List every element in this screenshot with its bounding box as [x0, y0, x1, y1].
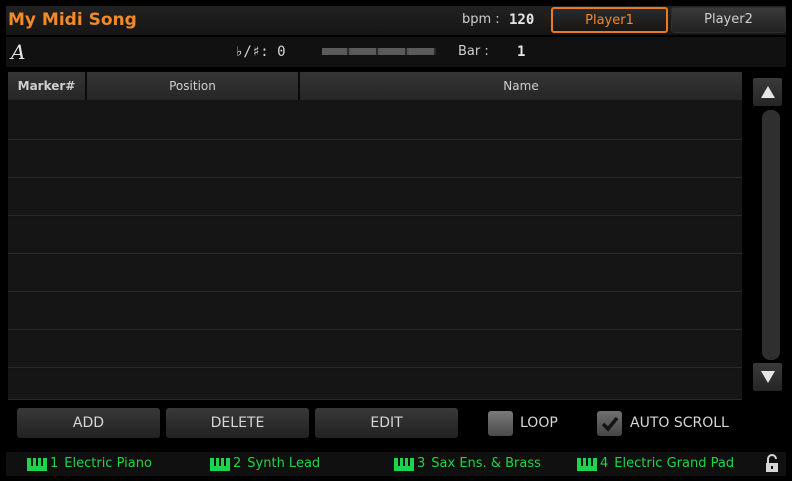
table-row[interactable]: [8, 142, 742, 178]
scroll-down-button[interactable]: [753, 363, 782, 391]
bar-label: Bar :: [458, 44, 489, 59]
track-item[interactable]: 1 Electric Piano: [27, 452, 152, 476]
chord-display: A: [11, 40, 26, 64]
add-button[interactable]: ADD: [17, 408, 160, 438]
track-item[interactable]: 4 Electric Grand Pad: [577, 452, 734, 476]
track-number: 1: [50, 456, 59, 471]
track-name: Electric Grand Pad: [614, 456, 735, 471]
loop-label[interactable]: LOOP: [520, 408, 558, 438]
song-title: My Midi Song: [8, 10, 137, 30]
auto-scroll-checkbox[interactable]: [597, 411, 622, 436]
beat-meter-segment: [409, 48, 436, 55]
track-name: Electric Piano: [64, 456, 152, 471]
keyboard-icon: [577, 457, 597, 471]
table-row[interactable]: [8, 218, 742, 254]
track-number: 4: [600, 456, 609, 471]
beat-meter-segment: [322, 48, 349, 55]
player2-button[interactable]: Player2: [671, 7, 786, 33]
table-row[interactable]: [8, 370, 742, 400]
keyboard-icon: [394, 457, 414, 471]
bpm-label: bpm :: [462, 12, 500, 27]
track-item[interactable]: 3 Sax Ens. & Brass: [394, 452, 541, 476]
scroll-up-button[interactable]: [753, 78, 782, 106]
beat-meter: [322, 48, 436, 55]
track-name: Synth Lead: [247, 456, 321, 471]
marker-table-header: Marker# Position Name: [8, 72, 742, 100]
track-number: 2: [233, 456, 242, 471]
track-number: 3: [417, 456, 426, 471]
player1-button[interactable]: Player1: [551, 7, 668, 33]
lock-icon[interactable]: [763, 452, 781, 476]
delete-button[interactable]: DELETE: [166, 408, 309, 438]
scrollbar-thumb[interactable]: [762, 110, 780, 360]
column-header-position[interactable]: Position: [87, 72, 300, 100]
triangle-up-icon: [760, 86, 775, 98]
table-row[interactable]: [8, 294, 742, 330]
beat-meter-segment: [351, 48, 378, 55]
beat-meter-segment: [380, 48, 407, 55]
edit-button[interactable]: EDIT: [315, 408, 458, 438]
table-row[interactable]: [8, 256, 742, 292]
keyboard-icon: [210, 457, 230, 471]
table-row[interactable]: [8, 180, 742, 216]
auto-scroll-label[interactable]: AUTO SCROLL: [630, 408, 729, 438]
table-row[interactable]: [8, 104, 742, 140]
checkmark-icon: [601, 416, 618, 432]
column-header-name[interactable]: Name: [300, 72, 742, 100]
key-signature-display: ♭/♯: 0: [235, 38, 286, 66]
loop-checkbox[interactable]: [488, 411, 513, 436]
track-item[interactable]: 2 Synth Lead: [210, 452, 320, 476]
column-header-marker[interactable]: Marker#: [8, 72, 87, 100]
key-signature-value: 0: [277, 44, 286, 60]
keyboard-icon: [27, 457, 47, 471]
triangle-down-icon: [760, 371, 775, 383]
bar-value: 1: [517, 44, 526, 60]
key-signature-label: ♭/♯:: [235, 44, 269, 60]
bpm-value[interactable]: 120: [509, 6, 534, 34]
track-name: Sax Ens. & Brass: [431, 456, 541, 471]
table-row[interactable]: [8, 332, 742, 368]
